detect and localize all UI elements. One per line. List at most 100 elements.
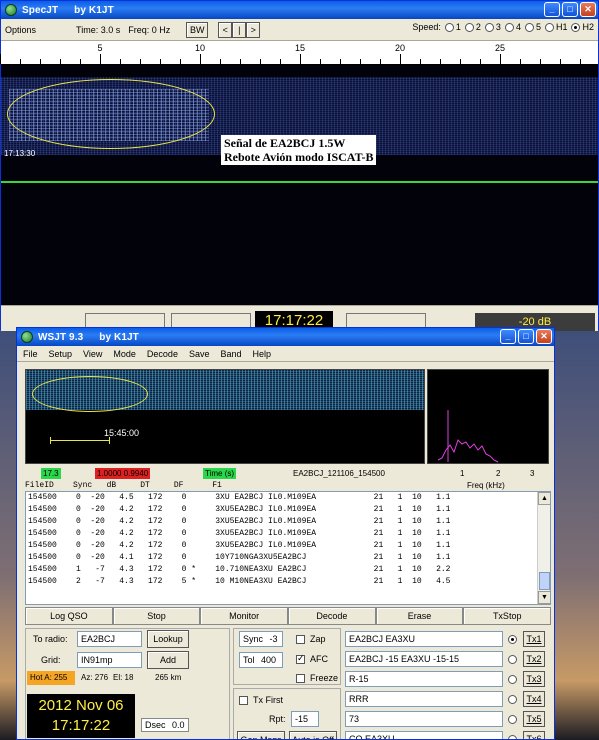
snr-box: 17.3 xyxy=(41,468,61,479)
menu-band[interactable]: Band xyxy=(220,349,241,359)
app-globe-icon xyxy=(5,4,17,16)
freeze-checkbox[interactable] xyxy=(296,674,305,683)
menu-setup[interactable]: Setup xyxy=(49,349,73,359)
speed-radio-h1[interactable] xyxy=(544,22,554,32)
dsec-box[interactable]: Dsec 0.0 xyxy=(141,718,189,732)
freeze-label: Freeze xyxy=(310,673,339,683)
menu-view[interactable]: View xyxy=(83,349,102,359)
elevation-readout: El: 18 xyxy=(113,673,134,682)
date-time-display: 2012 Nov 06 17:17:22 xyxy=(27,694,135,738)
tx2-radio[interactable] xyxy=(508,655,517,664)
spectrum-svg xyxy=(437,410,499,463)
lookup-button[interactable]: Lookup xyxy=(147,630,189,648)
scroll-down-icon[interactable]: ▼ xyxy=(538,591,550,604)
wsjt-waterfall[interactable]: 15:45:00 xyxy=(25,369,425,464)
bw-button[interactable]: BW xyxy=(186,21,209,38)
to-radio-input[interactable]: EA2BCJ xyxy=(77,631,142,647)
stop-button[interactable]: Stop xyxy=(112,607,201,625)
speed-radio-5[interactable] xyxy=(524,22,534,32)
ruler-tick xyxy=(420,59,421,64)
decoded-text-area[interactable]: 154500 0 -20 4.5 172 0 3XU EA2BCJ IL0.M1… xyxy=(25,491,551,605)
tx1-button[interactable]: Tx1 xyxy=(523,631,545,647)
tx5-radio[interactable] xyxy=(508,715,517,724)
specjt-titlebar[interactable]: SpecJT by K1JT _ □ ✕ xyxy=(1,1,598,19)
tx4-message[interactable]: RRR xyxy=(345,691,503,707)
ruler-tick xyxy=(320,59,321,64)
nav-right-button[interactable]: > xyxy=(246,21,261,38)
tx1-radio[interactable] xyxy=(508,635,517,644)
close-icon[interactable]: ✕ xyxy=(580,2,596,17)
tx6-message[interactable]: CQ EA3XU xyxy=(345,731,503,739)
rpt-input[interactable]: -15 xyxy=(291,711,319,727)
signal-highlight-ellipse xyxy=(7,79,215,149)
menu-save[interactable]: Save xyxy=(189,349,210,359)
close-icon[interactable]: ✕ xyxy=(536,329,552,344)
specjt-waterfall[interactable]: 17:13:30 Señal de EA2BCJ 1.5W Rebote Avi… xyxy=(1,65,598,305)
tx4-radio[interactable] xyxy=(508,695,517,704)
speed-radio-3[interactable] xyxy=(484,22,494,32)
sync-box[interactable]: Sync -3 xyxy=(239,631,283,647)
speed-radio-h2[interactable] xyxy=(571,22,581,32)
zap-checkbox[interactable] xyxy=(296,635,305,644)
speed-radio-4[interactable] xyxy=(504,22,514,32)
nav-left-button[interactable]: < xyxy=(218,21,233,38)
monitor-button[interactable]: Monitor xyxy=(200,607,289,625)
auto-button[interactable]: Auto is Off xyxy=(289,731,337,739)
tx3-button[interactable]: Tx3 xyxy=(523,671,545,687)
erase-button[interactable]: Erase xyxy=(375,607,464,625)
speed-radio-1[interactable] xyxy=(444,22,454,32)
scroll-up-icon[interactable]: ▲ xyxy=(538,492,550,505)
azimuth-readout: Az: 276 xyxy=(81,673,109,682)
wsjt-titlebar[interactable]: WSJT 9.3 by K1JT _ □ ✕ xyxy=(17,328,554,346)
maximize-icon[interactable]: □ xyxy=(518,329,534,344)
menu-mode[interactable]: Mode xyxy=(113,349,136,359)
maximize-icon[interactable]: □ xyxy=(562,2,578,17)
decode-line: 154500 0 -20 4.2 172 0 3XU5EA2BCJ IL0.M1… xyxy=(28,529,451,538)
add-button[interactable]: Add xyxy=(147,651,189,669)
decode-headers: FileID Sync dB DT DF F1 xyxy=(25,481,222,490)
txstop-button[interactable]: TxStop xyxy=(463,607,552,625)
distance-readout: 265 km xyxy=(155,673,182,682)
tx2-button[interactable]: Tx2 xyxy=(523,651,545,667)
speed-radio-2[interactable] xyxy=(464,22,474,32)
tx2-message[interactable]: EA2BCJ -15 EA3XU -15-15 xyxy=(345,651,503,667)
decode-line: 154500 0 -20 4.2 172 0 3XU5EA2BCJ IL0.M1… xyxy=(28,505,451,514)
log-qso-button[interactable]: Log QSO xyxy=(25,607,113,625)
tx3-message[interactable]: R-15 xyxy=(345,671,503,687)
tx6-radio[interactable] xyxy=(508,735,517,739)
options-menu[interactable]: Options xyxy=(5,25,36,35)
annotation-line-1: Señal de EA2BCJ 1.5W xyxy=(224,136,346,150)
tx5-message[interactable]: 73 xyxy=(345,711,503,727)
menu-help[interactable]: Help xyxy=(253,349,272,359)
annotation-box: Señal de EA2BCJ 1.5W Rebote Avión modo I… xyxy=(221,135,377,165)
menu-file[interactable]: File xyxy=(23,349,38,359)
scroll-thumb[interactable] xyxy=(539,572,550,590)
menubar: File Setup View Mode Decode Save Band He… xyxy=(17,346,554,362)
tx6-button[interactable]: Tx6 xyxy=(523,731,545,739)
ruler-tick xyxy=(300,54,301,64)
gen-msgs-button[interactable]: Gen Msgs xyxy=(237,731,285,739)
ruler-tick xyxy=(520,59,521,64)
tx5-button[interactable]: Tx5 xyxy=(523,711,545,727)
tx4-button[interactable]: Tx4 xyxy=(523,691,545,707)
ruler-tick xyxy=(200,54,201,64)
freq-axis-label: Freq (kHz) xyxy=(467,481,505,490)
decode-button[interactable]: Decode xyxy=(288,607,376,625)
nav-mid-button[interactable]: | xyxy=(232,21,247,38)
rpt-label: Rpt: xyxy=(269,714,286,724)
afc-checkbox[interactable] xyxy=(296,653,305,664)
ruler-tick xyxy=(440,59,441,64)
tx1-message[interactable]: EA2BCJ EA3XU xyxy=(345,631,503,647)
tx-first-checkbox[interactable] xyxy=(239,696,248,705)
tx3-radio[interactable] xyxy=(508,675,517,684)
minimize-icon[interactable]: _ xyxy=(500,329,516,344)
signal-highlight-ellipse xyxy=(32,376,148,412)
tx-first-label: Tx First xyxy=(253,695,283,705)
menu-decode[interactable]: Decode xyxy=(147,349,178,359)
wsjt-author: by K1JT xyxy=(99,331,139,343)
minimize-icon[interactable]: _ xyxy=(544,2,560,17)
waterfall-time-label: 15:45:00 xyxy=(104,428,140,438)
grid-input[interactable]: IN91mp xyxy=(77,652,142,668)
vertical-scrollbar[interactable]: ▲ ▼ xyxy=(537,492,550,604)
tol-box[interactable]: Tol 400 xyxy=(239,652,283,668)
